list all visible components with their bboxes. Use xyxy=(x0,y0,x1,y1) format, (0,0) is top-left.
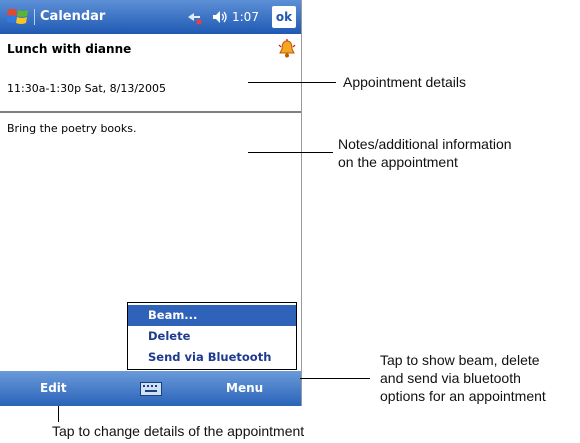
pocketpc-screen: Calendar 1:07 ok Lunch with dianne 11:30… xyxy=(0,0,302,406)
title-bar: Calendar 1:07 ok xyxy=(0,0,301,34)
callout-line-notes xyxy=(248,152,333,153)
callout-line-edit xyxy=(58,406,59,422)
title-separator xyxy=(34,9,35,25)
callout-appointment-details: Appointment details xyxy=(343,74,466,90)
callout-line-details xyxy=(248,82,336,83)
callout-menu-line3: options for an appointment xyxy=(380,388,546,404)
ok-button[interactable]: ok xyxy=(272,6,296,28)
callout-notes-line2: on the appointment xyxy=(338,154,458,170)
edit-button[interactable]: Edit xyxy=(40,371,67,406)
menu-item-delete[interactable]: Delete xyxy=(128,326,296,347)
command-bar: Edit Menu xyxy=(0,371,301,406)
appointment-time: 11:30a-1:30p Sat, 8/13/2005 xyxy=(7,82,167,95)
connectivity-icon[interactable] xyxy=(186,9,204,25)
clock-time[interactable]: 1:07 xyxy=(232,0,259,34)
reminder-bell-icon xyxy=(278,39,296,58)
menu-item-beam[interactable]: Beam... xyxy=(128,305,296,326)
appointment-notes: Bring the poetry books. xyxy=(7,122,137,135)
menu-item-send-via-bluetooth[interactable]: Send via Bluetooth xyxy=(128,347,296,368)
callout-menu-line1: Tap to show beam, delete xyxy=(380,352,540,368)
callout-line-menu xyxy=(300,378,370,379)
windows-start-icon[interactable] xyxy=(7,7,29,27)
callout-notes-line1: Notes/additional information xyxy=(338,136,512,152)
callout-menu-line2: and send via bluetooth xyxy=(380,370,521,386)
appointment-subject: Lunch with dianne xyxy=(7,42,132,56)
volume-icon[interactable] xyxy=(212,10,228,24)
callout-edit: Tap to change details of the appointment xyxy=(52,423,305,439)
app-title: Calendar xyxy=(40,9,106,24)
divider xyxy=(0,111,301,113)
popup-menu: Beam... Delete Send via Bluetooth xyxy=(127,302,297,370)
keyboard-icon[interactable] xyxy=(140,382,162,396)
menu-button[interactable]: Menu xyxy=(226,371,263,406)
